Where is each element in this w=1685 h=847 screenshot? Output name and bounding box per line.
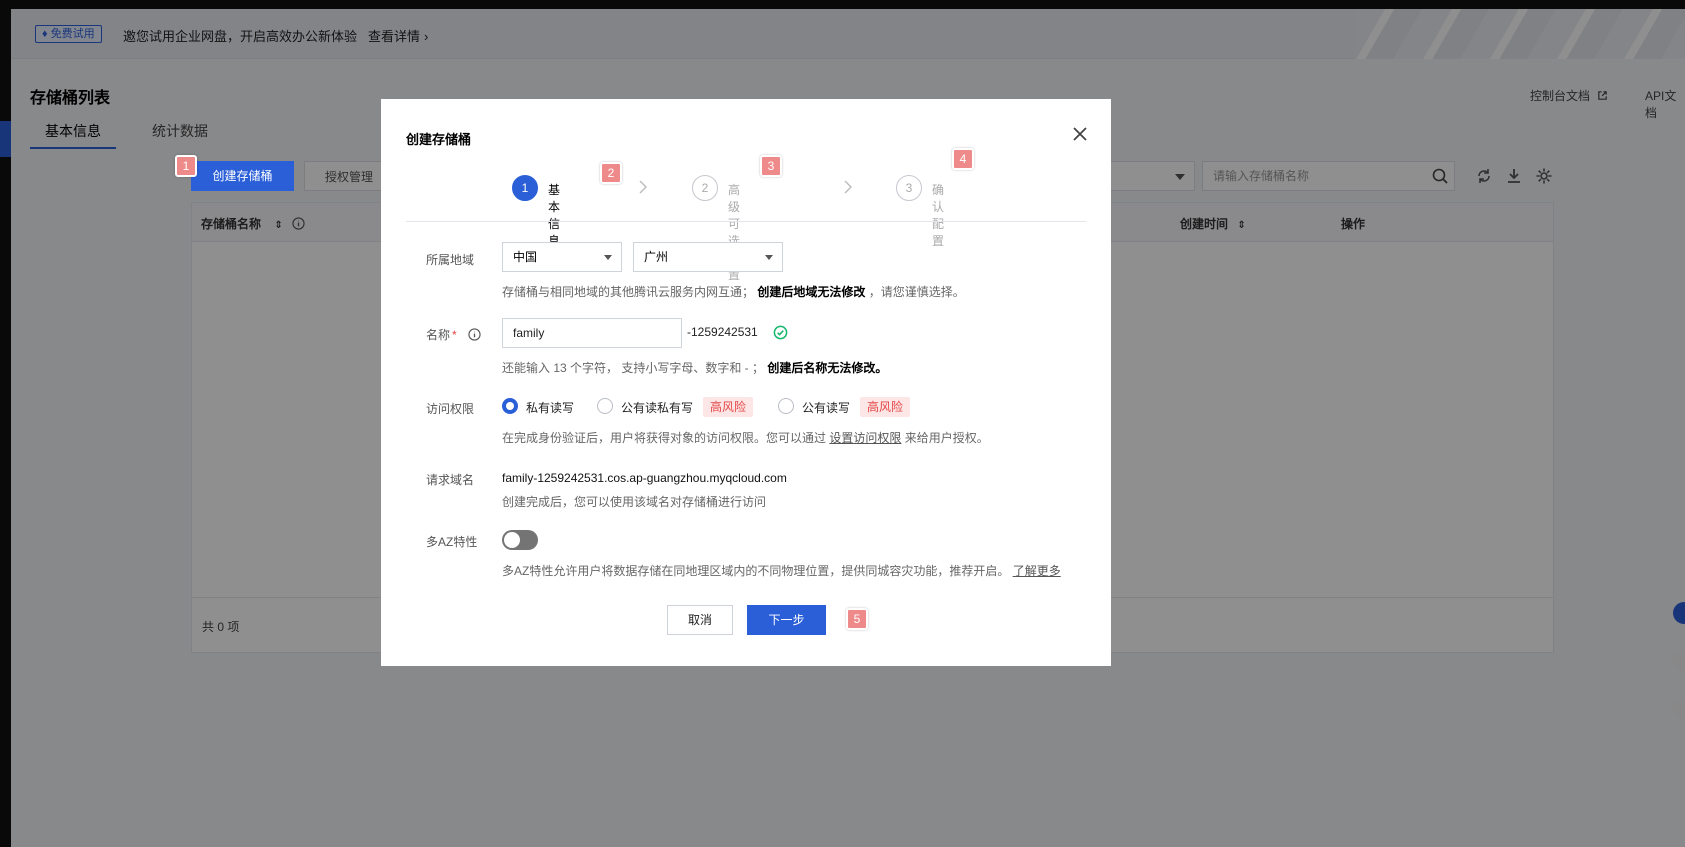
learn-more-link[interactable]: 了解更多 xyxy=(1013,564,1061,578)
region-label: 所属地域 xyxy=(426,253,475,267)
create-bucket-button-highlight[interactable]: 创建存储桶 xyxy=(191,161,294,191)
cancel-button[interactable]: 取消 xyxy=(667,605,733,635)
info-icon[interactable] xyxy=(468,328,481,341)
close-icon[interactable] xyxy=(1071,125,1089,143)
domain-hint: 创建完成后，您可以使用该域名对存储桶进行访问 xyxy=(502,495,767,509)
name-label: 名称 * xyxy=(426,326,481,343)
access-hint: 在完成身份验证后，用户将获得对象的访问权限。您可以通过 设置访问权限 来给用户授… xyxy=(502,431,989,445)
toggle-knob xyxy=(504,532,520,548)
region-hint: 存储桶与相同地域的其他腾讯云服务内网互通； 创建后地域无法修改 ，请您谨慎选择。 xyxy=(502,285,965,299)
radio-public-read[interactable] xyxy=(597,398,613,414)
multi-az-toggle[interactable] xyxy=(502,530,538,550)
create-bucket-dialog: 创建存储桶 1 基本信息 2 高级可选配置 3 确认配置 所属地域 中国 广州 … xyxy=(381,99,1111,666)
risk-badge: 高风险 xyxy=(860,397,911,417)
country-select[interactable]: 中国 xyxy=(502,242,622,272)
domain-label: 请求域名 xyxy=(426,473,475,487)
radio-private-label[interactable]: 私有读写 xyxy=(526,399,574,416)
bucket-name-input[interactable]: family xyxy=(502,318,682,348)
step-marker-5: 5 xyxy=(846,608,868,630)
step-marker-1: 1 xyxy=(175,155,197,177)
multi-az-hint: 多AZ特性允许用户将数据存储在同地理区域内的不同物理位置，提供同城容灾功能，推荐… xyxy=(502,564,1061,578)
access-label: 访问权限 xyxy=(426,402,475,416)
step-1-circle: 1 xyxy=(512,175,538,201)
step-2-circle: 2 xyxy=(692,175,718,201)
multi-az-label: 多AZ特性 xyxy=(426,535,478,549)
chevron-right-icon xyxy=(639,180,647,194)
dialog-divider xyxy=(406,221,1086,222)
request-domain: family-1259242531.cos.ap-guangzhou.myqcl… xyxy=(502,471,787,485)
step-1-label: 基本信息 xyxy=(548,183,561,248)
step-3-circle: 3 xyxy=(896,175,922,201)
name-hint: 还能输入 13 个字符， 支持小写字母、数字和 - ； 创建后名称无法修改。 xyxy=(502,361,888,375)
caret-down-icon xyxy=(604,255,612,260)
step-marker-4: 4 xyxy=(952,148,974,170)
chevron-right-icon xyxy=(844,180,852,194)
set-access-link[interactable]: 设置访问权限 xyxy=(829,431,901,445)
caret-down-icon xyxy=(765,255,773,260)
required-mark: * xyxy=(452,328,457,342)
step-marker-3: 3 xyxy=(760,155,782,177)
step-3-label: 确认配置 xyxy=(932,183,945,248)
radio-public-readwrite[interactable] xyxy=(778,398,794,414)
radio-public-readwrite-label[interactable]: 公有读写 xyxy=(802,399,850,416)
check-circle-icon xyxy=(773,325,788,340)
city-select[interactable]: 广州 xyxy=(633,242,783,272)
next-step-button[interactable]: 下一步 xyxy=(747,605,826,635)
dialog-title: 创建存储桶 xyxy=(406,132,472,147)
radio-private[interactable] xyxy=(502,398,518,414)
radio-public-read-label[interactable]: 公有读私有写 xyxy=(621,399,693,416)
step-marker-2: 2 xyxy=(600,162,622,184)
risk-badge: 高风险 xyxy=(703,397,754,417)
app-id-suffix: -1259242531 xyxy=(687,325,758,339)
